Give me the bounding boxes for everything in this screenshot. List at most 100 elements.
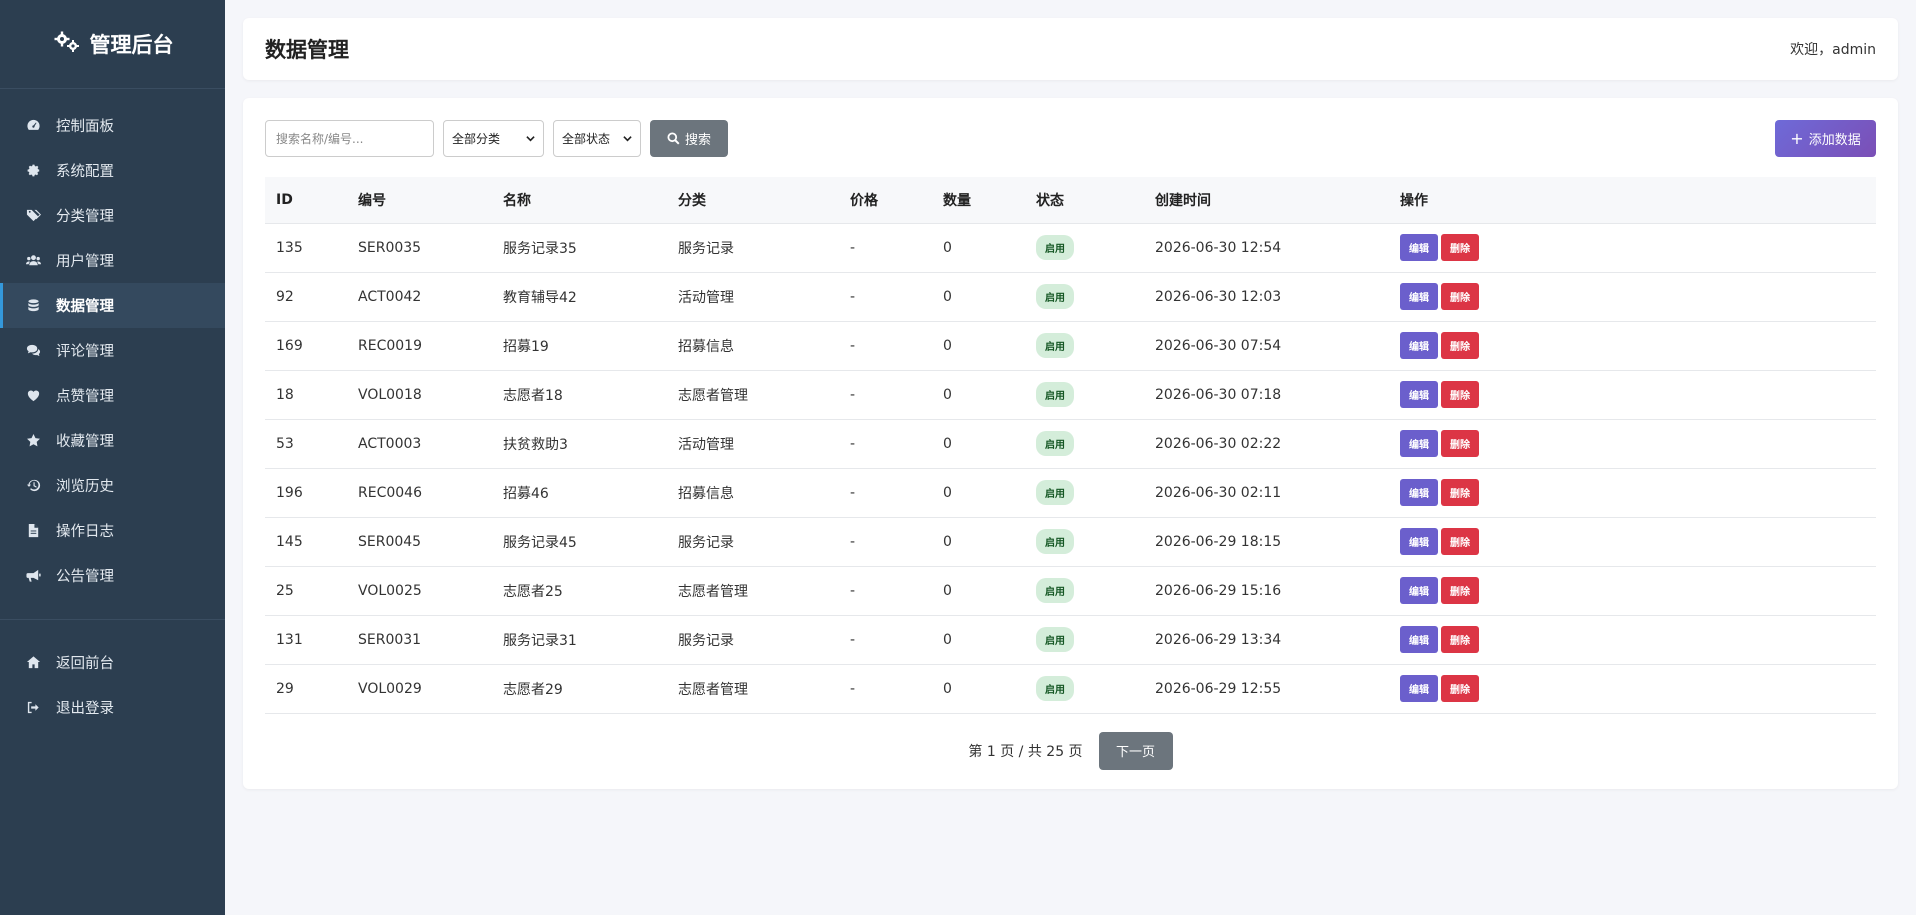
delete-button[interactable]: 删除	[1441, 577, 1479, 604]
delete-button[interactable]: 删除	[1441, 381, 1479, 408]
column-header: 状态	[1036, 192, 1064, 209]
status-badge: 启用	[1036, 382, 1074, 407]
code-cell: SER0035	[358, 239, 422, 256]
actions-cell: 编辑 删除	[1389, 370, 1876, 419]
status-select[interactable]: 全部状态	[553, 120, 641, 157]
created-cell: 2026-06-29 18:15	[1155, 533, 1282, 550]
qty-cell: 0	[943, 680, 952, 697]
actions-cell: 编辑 删除	[1389, 615, 1876, 664]
qty-cell: 0	[943, 337, 952, 354]
sidebar-item-9[interactable]: 操作日志	[0, 508, 225, 553]
sidebar-item-1[interactable]: 系统配置	[0, 148, 225, 193]
id-cell: 145	[276, 533, 303, 550]
next-page-button[interactable]: 下一页	[1098, 731, 1173, 770]
search-button[interactable]: 搜索	[650, 120, 728, 157]
code-cell: VOL0018	[358, 386, 422, 403]
column-header: 创建时间	[1155, 192, 1211, 209]
edit-button[interactable]: 编辑	[1400, 626, 1438, 653]
actions-cell: 编辑 删除	[1389, 223, 1876, 272]
name-cell: 招募19	[503, 338, 549, 355]
qty-cell: 0	[943, 484, 952, 501]
column-header: ID	[276, 191, 293, 208]
sidebar-item-label: 数据管理	[56, 299, 114, 315]
history-icon	[25, 478, 41, 494]
id-cell: 25	[276, 582, 294, 599]
sidebar-item-3[interactable]: 用户管理	[0, 238, 225, 283]
delete-button[interactable]: 删除	[1441, 479, 1479, 506]
header: 数据管理 欢迎，admin	[243, 18, 1898, 80]
category-cell: 志愿者管理	[678, 681, 748, 698]
search-icon	[667, 132, 680, 145]
sidebar-item-label: 操作日志	[56, 524, 114, 540]
qty-cell: 0	[943, 582, 952, 599]
status-cell: 启用	[1025, 566, 1144, 615]
sidebar-item-5[interactable]: 评论管理	[0, 328, 225, 373]
status-cell: 启用	[1025, 615, 1144, 664]
data-table: ID 编号 名称 分类 价格 数量 状态 创建时间 操作 135 SER0035 服务记录35 服务记…	[265, 177, 1876, 714]
sidebar-item-6[interactable]: 点赞管理	[0, 373, 225, 418]
sidebar-bottom-menu: 返回前台 退出登录	[0, 640, 225, 730]
sidebar-item-2[interactable]: 分类管理	[0, 193, 225, 238]
sign-out-icon	[25, 700, 41, 716]
actions-cell: 编辑 删除	[1389, 664, 1876, 713]
status-badge: 启用	[1036, 676, 1074, 701]
sidebar-bottom-item-1[interactable]: 退出登录	[0, 685, 225, 730]
delete-button[interactable]: 删除	[1441, 528, 1479, 555]
status-cell: 启用	[1025, 223, 1144, 272]
qty-cell: 0	[943, 239, 952, 256]
table-row: 29 VOL0029 志愿者29 志愿者管理 - 0 启用 2026-06-29 12:55 编…	[265, 664, 1876, 713]
star-icon	[25, 433, 41, 449]
name-cell: 志愿者29	[503, 681, 563, 698]
category-select-value: 全部分类	[452, 132, 501, 146]
code-cell: REC0019	[358, 337, 422, 354]
status-cell: 启用	[1025, 664, 1144, 713]
status-badge: 启用	[1036, 578, 1074, 603]
status-badge: 启用	[1036, 284, 1074, 309]
toolbar: 全部分类 全部状态 搜索 + 添加数据	[265, 120, 1876, 157]
column-header: 分类	[678, 192, 706, 209]
table-row: 25 VOL0025 志愿者25 志愿者管理 - 0 启用 2026-06-29 15:16 编…	[265, 566, 1876, 615]
delete-button[interactable]: 删除	[1441, 675, 1479, 702]
status-select-value: 全部状态	[562, 132, 611, 146]
delete-button[interactable]: 删除	[1441, 626, 1479, 653]
sidebar-item-8[interactable]: 浏览历史	[0, 463, 225, 508]
sidebar-bottom-item-0[interactable]: 返回前台	[0, 640, 225, 685]
home-icon	[25, 655, 41, 671]
sidebar-item-0[interactable]: 控制面板	[0, 103, 225, 148]
code-cell: ACT0042	[358, 288, 422, 305]
category-select[interactable]: 全部分类	[443, 120, 544, 157]
sidebar-item-10[interactable]: 公告管理	[0, 553, 225, 598]
delete-button[interactable]: 删除	[1441, 283, 1479, 310]
id-cell: 18	[276, 386, 294, 403]
sidebar-item-label: 点赞管理	[56, 389, 114, 405]
sidebar-item-7[interactable]: 收藏管理	[0, 418, 225, 463]
pagination: 第 1 页 / 共 25 页 下一页	[265, 731, 1876, 770]
welcome-text: 欢迎，admin	[1790, 42, 1876, 58]
code-cell: SER0031	[358, 631, 422, 648]
sidebar-item-label: 用户管理	[56, 254, 114, 270]
status-badge: 启用	[1036, 431, 1074, 456]
edit-button[interactable]: 编辑	[1400, 675, 1438, 702]
edit-button[interactable]: 编辑	[1400, 577, 1438, 604]
edit-button[interactable]: 编辑	[1400, 528, 1438, 555]
add-data-button[interactable]: + 添加数据	[1775, 120, 1876, 157]
delete-button[interactable]: 删除	[1441, 430, 1479, 457]
brand-title: 管理后台	[89, 33, 174, 57]
name-cell: 服务记录45	[503, 534, 577, 551]
search-input[interactable]	[265, 120, 434, 157]
column-header: 操作	[1400, 192, 1428, 209]
sidebar-item-4[interactable]: 数据管理	[0, 283, 225, 328]
edit-button[interactable]: 编辑	[1400, 234, 1438, 261]
edit-button[interactable]: 编辑	[1400, 381, 1438, 408]
price-cell: -	[850, 435, 856, 452]
edit-button[interactable]: 编辑	[1400, 332, 1438, 359]
edit-button[interactable]: 编辑	[1400, 430, 1438, 457]
delete-button[interactable]: 删除	[1441, 234, 1479, 261]
actions-cell: 编辑 删除	[1389, 419, 1876, 468]
edit-button[interactable]: 编辑	[1400, 283, 1438, 310]
price-cell: -	[850, 484, 856, 501]
bullhorn-icon	[25, 568, 41, 584]
edit-button[interactable]: 编辑	[1400, 479, 1438, 506]
sidebar-item-label: 控制面板	[56, 119, 114, 135]
delete-button[interactable]: 删除	[1441, 332, 1479, 359]
